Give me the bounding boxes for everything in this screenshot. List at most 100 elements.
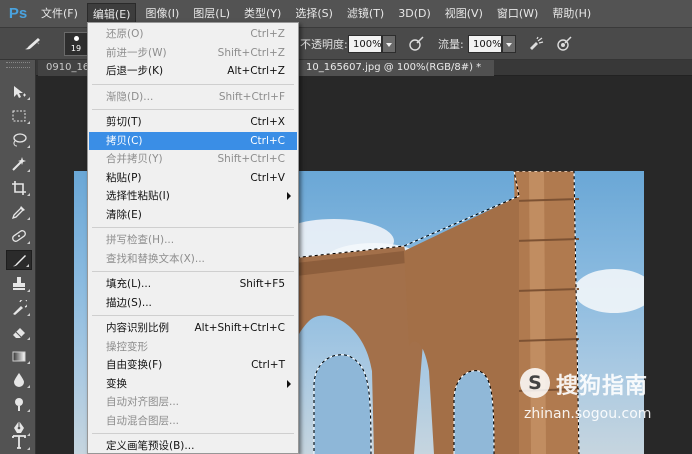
tools-panel bbox=[0, 60, 36, 454]
menu-3d[interactable]: 3D(D) bbox=[393, 3, 436, 25]
eyedropper-icon bbox=[11, 206, 25, 220]
menu-item-label: 定义画笔预设(B)... bbox=[106, 440, 195, 452]
menu-item-label: 还原(O) bbox=[106, 28, 144, 40]
gradient-icon bbox=[12, 351, 26, 362]
brush-tip-icon bbox=[74, 36, 79, 41]
menu-item-label: 填充(L)... bbox=[106, 278, 152, 290]
menu-item-shortcut: Ctrl+T bbox=[251, 359, 285, 371]
opacity-input[interactable]: 100% bbox=[348, 35, 382, 53]
menu-item-label: 拷贝(C) bbox=[106, 134, 143, 147]
menu-item-shortcut: Ctrl+X bbox=[250, 116, 285, 128]
menu-item-shortcut: Ctrl+C bbox=[250, 134, 285, 147]
type-icon bbox=[12, 435, 26, 449]
eraser-tool[interactable] bbox=[6, 322, 32, 342]
bandage-icon bbox=[12, 230, 26, 242]
marquee-tool[interactable] bbox=[6, 106, 32, 126]
menu-item-label: 剪切(T) bbox=[106, 116, 142, 128]
brush-icon bbox=[13, 255, 26, 267]
flow-dropdown-button[interactable] bbox=[502, 35, 516, 53]
menu-separator bbox=[92, 109, 294, 110]
crop-tool-icon bbox=[12, 181, 26, 195]
history-brush-tool[interactable] bbox=[6, 298, 32, 318]
airbrush-icon[interactable] bbox=[528, 36, 544, 52]
photoshop-logo-icon: Ps bbox=[8, 5, 28, 22]
edit-menu-item[interactable]: 后退一步(K) Alt+Ctrl+Z bbox=[89, 62, 297, 80]
edit-menu-item: 拼写检查(H)... bbox=[89, 231, 297, 249]
flow-label: 流量: bbox=[438, 38, 464, 51]
opacity-dropdown-button[interactable] bbox=[382, 35, 396, 53]
menu-item-label: 粘贴(P) bbox=[106, 171, 142, 184]
brush-tool-icon[interactable] bbox=[22, 36, 42, 52]
menu-item-label: 合并拷贝(Y) bbox=[106, 153, 163, 165]
menu-window[interactable]: 窗口(W) bbox=[492, 3, 543, 25]
crop-tool[interactable] bbox=[6, 178, 32, 198]
blur-tool[interactable] bbox=[6, 370, 32, 390]
healing-brush-tool[interactable] bbox=[6, 226, 32, 246]
lasso-tool[interactable] bbox=[6, 130, 32, 150]
menu-separator bbox=[92, 227, 294, 228]
menu-file[interactable]: 文件(F) bbox=[36, 3, 83, 25]
menu-view[interactable]: 视图(V) bbox=[440, 3, 488, 25]
sogou-watermark: S 搜狗指南 zhinan.sogou.com bbox=[520, 360, 690, 435]
type-tool[interactable] bbox=[6, 432, 32, 452]
menu-item-label: 前进一步(W) bbox=[106, 46, 167, 59]
tab-document-2[interactable]: 10_165607.jpg @ 100%(RGB/8#) * × bbox=[298, 60, 494, 89]
menu-item-label: 拼写检查(H)... bbox=[106, 234, 175, 246]
menu-item-shortcut: Ctrl+Z bbox=[250, 28, 285, 40]
flow-input[interactable]: 100% bbox=[468, 35, 502, 53]
edit-menu-item[interactable]: 粘贴(P) Ctrl+V bbox=[89, 169, 297, 187]
edit-menu-item[interactable]: 填充(L)... Shift+F5 bbox=[89, 275, 297, 293]
edit-menu-item[interactable]: 自由变换(F) Ctrl+T bbox=[89, 356, 297, 374]
quick-selection-tool[interactable] bbox=[6, 154, 32, 174]
edit-menu-item: 渐隐(D)... Shift+Ctrl+F bbox=[89, 88, 297, 106]
panel-grip-icon[interactable] bbox=[6, 62, 30, 68]
menu-item-label: 自动混合图层... bbox=[106, 414, 180, 427]
menu-item-shortcut: Alt+Ctrl+Z bbox=[227, 65, 285, 77]
brush-tool[interactable] bbox=[6, 250, 32, 270]
brush-preset-picker[interactable]: 19 bbox=[64, 32, 88, 56]
edit-menu-item[interactable]: 变换 bbox=[89, 375, 297, 393]
menu-separator bbox=[92, 433, 294, 434]
submenu-arrow-icon bbox=[287, 379, 291, 388]
menu-item-label: 选择性粘贴(I) bbox=[106, 190, 170, 202]
menu-item-label: 后退一步(K) bbox=[106, 65, 164, 77]
brush-size: 19 bbox=[70, 44, 82, 53]
edit-menu-item: 前进一步(W) Shift+Ctrl+Z bbox=[89, 44, 297, 62]
eraser-icon bbox=[13, 328, 25, 338]
edit-menu-item[interactable]: 描边(S)... bbox=[89, 294, 297, 312]
menu-separator bbox=[92, 83, 294, 85]
edit-menu-item[interactable]: 内容识别比例 Alt+Shift+Ctrl+C bbox=[89, 319, 297, 337]
menu-item-shortcut: Alt+Shift+Ctrl+C bbox=[194, 322, 286, 334]
lasso-tool-icon bbox=[13, 133, 27, 147]
tab-document-1[interactable]: 0910_16 bbox=[38, 60, 90, 76]
edit-menu-item: 还原(O) Ctrl+Z bbox=[89, 25, 297, 43]
menu-item-label: 变换 bbox=[106, 377, 127, 390]
menu-item-shortcut: Shift+Ctrl+Z bbox=[217, 46, 285, 59]
blur-drop-icon bbox=[14, 373, 24, 387]
menu-item-label: 自动对齐图层... bbox=[106, 396, 180, 408]
menu-item-label: 渐隐(D)... bbox=[106, 90, 154, 103]
menu-item-shortcut: Shift+Ctrl+C bbox=[217, 153, 285, 165]
edit-menu-item[interactable]: 拷贝(C) Ctrl+C bbox=[89, 131, 297, 150]
edit-menu-dropdown: 还原(O) Ctrl+Z 前进一步(W) Shift+Ctrl+Z 后退一步(K) Alt… bbox=[87, 22, 299, 454]
menu-item-label: 操控变形 bbox=[106, 340, 148, 353]
pressure-opacity-icon[interactable] bbox=[408, 36, 424, 52]
menu-item-label: 清除(E) bbox=[106, 208, 142, 221]
menu-separator bbox=[92, 315, 294, 316]
gradient-tool[interactable] bbox=[6, 346, 32, 366]
menu-filter[interactable]: 滤镜(T) bbox=[342, 3, 389, 25]
menu-separator bbox=[92, 271, 294, 272]
edit-menu-item[interactable]: 剪切(T) Ctrl+X bbox=[89, 113, 297, 131]
edit-menu-item[interactable]: 清除(E) bbox=[89, 206, 297, 224]
edit-menu-item[interactable]: 选择性粘贴(I) bbox=[89, 187, 297, 205]
clone-stamp-tool[interactable] bbox=[6, 274, 32, 294]
menu-help[interactable]: 帮助(H) bbox=[547, 3, 596, 25]
watermark-url: zhinan.sogou.com bbox=[524, 406, 652, 422]
eyedropper-tool[interactable] bbox=[6, 202, 32, 222]
edit-menu-item: 查找和替换文本(X)... bbox=[89, 250, 297, 268]
move-tool[interactable] bbox=[6, 82, 32, 102]
menu-item-label: 内容识别比例 bbox=[106, 322, 169, 334]
edit-menu-item[interactable]: 定义画笔预设(B)... bbox=[89, 437, 297, 453]
pressure-size-icon[interactable] bbox=[556, 36, 572, 52]
dodge-tool[interactable] bbox=[6, 394, 32, 414]
